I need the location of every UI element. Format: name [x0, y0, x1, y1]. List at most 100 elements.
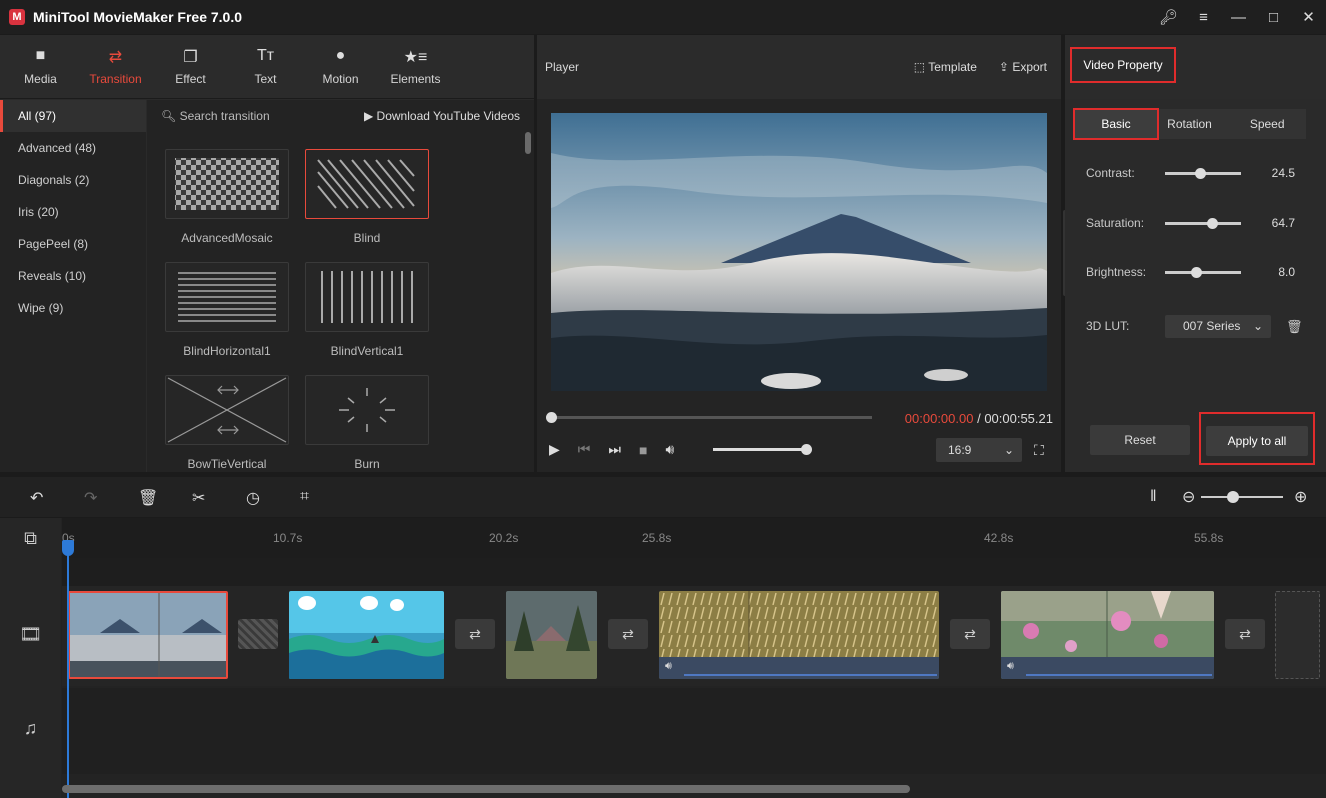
split-icon[interactable]: ✂︎	[192, 488, 205, 508]
lut-select[interactable]: 007 Series ⌄	[1165, 315, 1271, 338]
library-tabs: ■ Media ⇄ Transition ❐ Effect Tт Text ● Motio…	[0, 35, 534, 99]
transition-marker-blind[interactable]	[238, 619, 278, 649]
tick-label: 42.8s	[984, 531, 1014, 545]
transition-marker[interactable]: ⇄	[608, 619, 648, 649]
tab-text[interactable]: Tт Text	[228, 35, 303, 98]
volume-icon[interactable]: 🔊︎	[665, 660, 672, 673]
video-clip-mountain[interactable]	[68, 591, 228, 679]
search-placeholder: Search transition	[179, 109, 270, 123]
saturation-handle[interactable]	[1207, 217, 1218, 229]
clip-audio-bar: 🔊︎	[659, 657, 939, 679]
redo-icon[interactable]: ↷	[84, 488, 97, 508]
maximize-button[interactable]: □	[1256, 9, 1291, 26]
delete-icon[interactable]: 🗑︎	[138, 488, 158, 508]
total-time: 00:00:55.21	[984, 411, 1053, 426]
contrast-label: Contrast:	[1086, 166, 1135, 180]
transition-label: AdvancedMosaic	[181, 231, 273, 245]
blind-horizontal-thumbnail	[178, 272, 276, 322]
time-ruler[interactable]: 0s 10.7s 20.2s 25.8s 42.8s 55.8s	[62, 518, 1326, 558]
close-button[interactable]: ✕	[1291, 8, 1326, 26]
next-frame-icon[interactable]: ⏭︎	[608, 441, 621, 458]
brightness-handle[interactable]	[1191, 266, 1202, 278]
tab-elements[interactable]: ★≡ Elements	[378, 35, 453, 98]
video-clip-forest[interactable]	[506, 591, 597, 679]
reset-button[interactable]: Reset	[1090, 425, 1190, 455]
tab-transition[interactable]: ⇄ Transition	[78, 35, 153, 98]
volume-handle[interactable]	[801, 444, 812, 455]
transition-tile-blindhorizontal1[interactable]	[165, 262, 289, 332]
scrollbar[interactable]	[525, 132, 531, 154]
tab-speed[interactable]: Speed	[1228, 117, 1306, 131]
tab-basic[interactable]: Basic	[1073, 108, 1159, 140]
category-diagonals[interactable]: Diagonals (2)	[0, 164, 146, 196]
seek-bar[interactable]	[546, 412, 872, 423]
transition-tile-advancedmosaic[interactable]	[165, 149, 289, 219]
transition-marker[interactable]: ⇄	[950, 619, 990, 649]
player-header: Player ⬚ Template ⇪ Export	[537, 35, 1061, 99]
template-label: Template	[928, 60, 977, 74]
empty-clip-slot[interactable]	[1275, 591, 1320, 679]
transition-marker[interactable]: ⇄	[455, 619, 495, 649]
add-track-icon[interactable]: ⧉	[0, 528, 61, 549]
fit-timeline-icon[interactable]: ‖	[1150, 488, 1157, 506]
transition-tile-blind[interactable]	[305, 149, 429, 219]
crop-icon[interactable]: ⌗	[300, 488, 309, 506]
layers-icon: ❐	[183, 49, 198, 66]
brightness-slider[interactable]	[1165, 266, 1241, 278]
tick-label: 25.8s	[642, 531, 672, 545]
video-clip-wheat-field[interactable]: 🔊︎	[659, 591, 939, 679]
transition-tile-burn[interactable]	[305, 375, 429, 445]
stop-icon[interactable]: ■	[639, 442, 647, 458]
timeline-scrollbar[interactable]	[62, 785, 910, 793]
aspect-ratio-select[interactable]: 16:9 ⌄	[936, 438, 1022, 462]
category-reveals[interactable]: Reveals (10)	[0, 260, 146, 292]
template-button[interactable]: ⬚ Template	[914, 60, 977, 74]
app-window: { "app": {"title": "MiniTool MovieMaker …	[0, 0, 1326, 798]
zoom-slider[interactable]	[1201, 491, 1283, 503]
trash-icon[interactable]: 🗑︎	[1286, 319, 1303, 335]
category-advanced[interactable]: Advanced (48)	[0, 132, 146, 164]
playhead[interactable]	[67, 540, 69, 798]
time-display: 00:00:00.00 / 00:00:55.21	[905, 411, 1053, 426]
tab-rotation[interactable]: Rotation	[1151, 117, 1229, 131]
transition-marker[interactable]: ⇄	[1225, 619, 1265, 649]
menu-icon[interactable]: ≡	[1186, 9, 1221, 26]
volume-slider[interactable]	[713, 444, 812, 455]
fullscreen-icon[interactable]: ⛶	[1034, 442, 1044, 459]
search-input[interactable]: 🔍︎ Search transition	[161, 109, 270, 123]
zoom-handle[interactable]	[1227, 491, 1239, 503]
export-button[interactable]: ⇪ Export	[999, 60, 1047, 74]
contrast-slider[interactable]	[1165, 167, 1241, 179]
apply-to-all-button[interactable]: Apply to all	[1206, 426, 1308, 456]
video-clip-cartoon-sea[interactable]	[289, 591, 444, 679]
tab-effect[interactable]: ❐ Effect	[153, 35, 228, 98]
chevron-down-icon: ⌄	[1252, 319, 1263, 333]
volume-icon[interactable]: 🔊︎	[1007, 660, 1014, 673]
video-property-title: Video Property	[1070, 47, 1176, 83]
previous-frame-icon[interactable]: ⏮︎	[578, 441, 591, 458]
category-iris[interactable]: Iris (20)	[0, 196, 146, 228]
category-pagepeel[interactable]: PagePeel (8)	[0, 228, 146, 260]
swap-arrows-icon: ⇄	[469, 626, 481, 642]
text-icon: Tт	[256, 47, 275, 64]
saturation-slider[interactable]	[1165, 217, 1241, 229]
minimize-button[interactable]: —	[1221, 9, 1256, 26]
seek-handle[interactable]	[546, 412, 557, 423]
category-all[interactable]: All (97)	[0, 100, 146, 132]
tab-media[interactable]: ■ Media	[3, 35, 78, 98]
volume-icon[interactable]: 🔊︎	[665, 441, 674, 458]
key-icon[interactable]: 🔑︎	[1151, 8, 1186, 26]
video-clip-flowers[interactable]: 🔊︎	[1001, 591, 1214, 679]
category-wipe[interactable]: Wipe (9)	[0, 292, 146, 324]
transition-tile-bowtievertical[interactable]	[165, 375, 289, 445]
tab-motion[interactable]: ● Motion	[303, 35, 378, 98]
transition-tile-blindvertical1[interactable]	[305, 262, 429, 332]
play-icon[interactable]: ▶	[549, 441, 560, 458]
speed-icon[interactable]: ◷	[246, 488, 260, 508]
zoom-out-icon[interactable]: ⊖	[1182, 487, 1195, 507]
zoom-in-icon[interactable]: ⊕	[1294, 487, 1307, 507]
contrast-handle[interactable]	[1195, 167, 1206, 179]
download-youtube-button[interactable]: ▶ Download YouTube Videos	[364, 109, 520, 123]
undo-icon[interactable]: ↶	[30, 488, 43, 508]
window-controls: 🔑︎ ≡ — □ ✕	[1151, 0, 1326, 34]
